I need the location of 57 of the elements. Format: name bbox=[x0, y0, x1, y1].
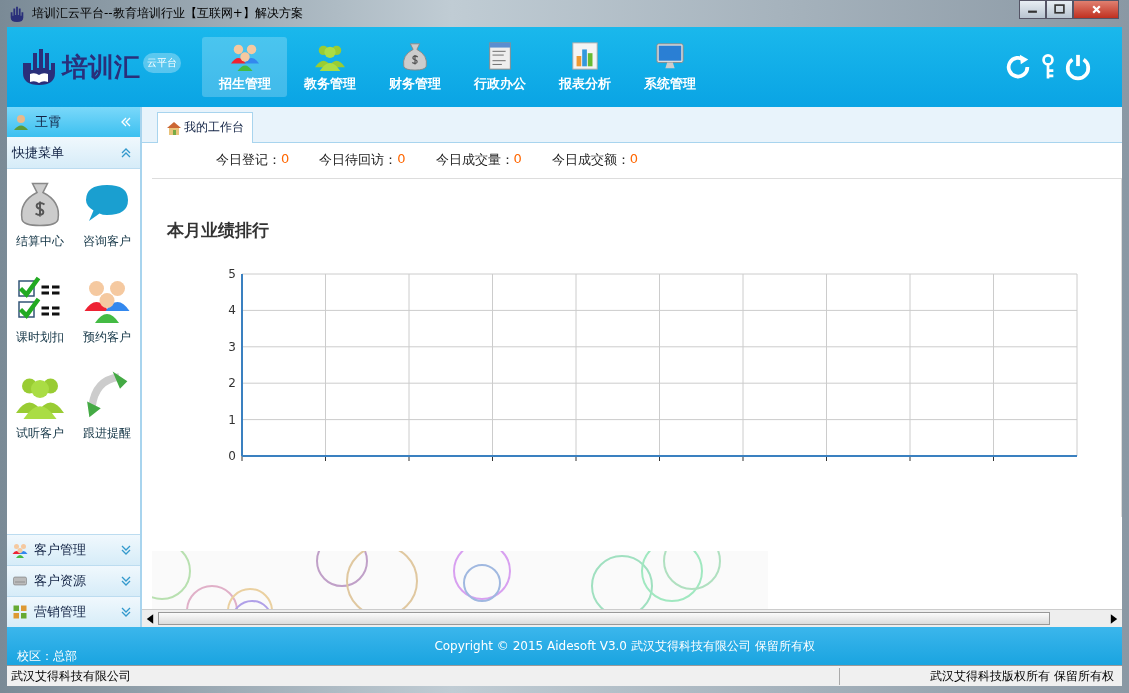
workspace-tab[interactable]: 我的工作台 bbox=[157, 111, 253, 143]
y-tick-label: 3 bbox=[228, 340, 236, 354]
shortcut-item[interactable]: 咨询客户 bbox=[73, 179, 140, 275]
double-chevron-down-icon bbox=[120, 606, 132, 618]
quick-menu-title: 快捷菜单 bbox=[12, 143, 64, 162]
shortcut-item[interactable]: 预约客户 bbox=[73, 275, 140, 371]
y-tick-label: 2 bbox=[228, 376, 236, 391]
refresh-icon[interactable] bbox=[1004, 53, 1032, 81]
home-icon bbox=[166, 119, 182, 136]
user-icon bbox=[13, 114, 29, 130]
key-icon[interactable] bbox=[1040, 53, 1056, 81]
empty-chart: 0 1 2 3 4 5 bbox=[212, 264, 1082, 465]
stat-label: 今日成交量： bbox=[435, 151, 514, 170]
quick-menu-header[interactable]: 快捷菜单 bbox=[7, 137, 140, 169]
monitor-icon bbox=[653, 41, 686, 71]
double-chevron-down-icon bbox=[120, 544, 132, 556]
menu-section[interactable]: 营销管理 bbox=[7, 596, 140, 627]
close-icon bbox=[1090, 4, 1102, 15]
people-icon bbox=[12, 542, 28, 558]
window-title: 培训汇云平台--教育培训行业【互联网+】解决方案 bbox=[32, 5, 304, 22]
double-chevron-down-icon bbox=[120, 575, 132, 587]
status-copyright: 武汉艾得科技版权所有 保留所有权 bbox=[839, 667, 1118, 685]
maximize-button[interactable] bbox=[1046, 0, 1073, 19]
shortcut-item[interactable]: 课时划扣 bbox=[7, 275, 74, 371]
shortcut-item[interactable]: 跟进提醒 bbox=[73, 371, 140, 467]
hand-logo-icon bbox=[8, 4, 26, 23]
menu-section[interactable]: 客户资源 bbox=[7, 565, 140, 596]
status-company: 武汉艾得科技有限公司 bbox=[11, 667, 131, 685]
shortcut-item[interactable]: 试听客户 bbox=[7, 371, 74, 467]
copyright-text: Copyright © 2015 Aidesoft V3.0 武汉艾得科技有限公司 保留所有权 bbox=[433, 637, 815, 655]
puzzle-grid-icon bbox=[12, 604, 28, 620]
user-name: 王霄 bbox=[35, 113, 62, 131]
y-tick-label: 0 bbox=[228, 449, 236, 464]
cloud-badge: 云平台 bbox=[143, 53, 181, 73]
shortcut-item[interactable]: 结算中心 bbox=[7, 179, 74, 275]
maximize-icon bbox=[1054, 4, 1065, 15]
chart-title: 本月业绩排行 bbox=[166, 219, 270, 243]
close-button[interactable] bbox=[1073, 0, 1119, 19]
double-chevron-up-icon bbox=[120, 146, 132, 159]
power-icon[interactable] bbox=[1064, 53, 1092, 81]
stat-value: 0 bbox=[281, 151, 290, 169]
y-tick-label: 4 bbox=[228, 303, 236, 318]
logo-name: 培训汇 bbox=[62, 50, 140, 84]
double-chevron-left-icon bbox=[120, 116, 132, 128]
stat-label: 今日成交额： bbox=[551, 151, 630, 170]
horizontal-scrollbar[interactable] bbox=[142, 609, 1122, 627]
y-tick-label: 1 bbox=[228, 412, 236, 427]
stat-label: 今日待回访： bbox=[319, 151, 398, 170]
stat-value: 0 bbox=[513, 151, 522, 169]
stat-value: 0 bbox=[397, 151, 406, 169]
minimize-button[interactable] bbox=[1019, 0, 1046, 19]
menu-section[interactable]: 客户管理 bbox=[7, 534, 140, 565]
stat-value: 0 bbox=[629, 151, 639, 169]
campus-label: 校区：总部 bbox=[17, 648, 77, 665]
stat-label: 今日登记： bbox=[216, 151, 281, 170]
drive-icon bbox=[12, 573, 28, 589]
y-tick-label: 5 bbox=[228, 267, 236, 282]
